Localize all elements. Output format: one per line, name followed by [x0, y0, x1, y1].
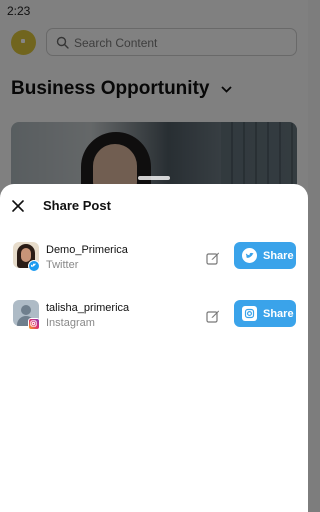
share-account-row: talisha_primerica Instagram Share	[0, 300, 308, 344]
share-button-twitter[interactable]: Share	[234, 242, 296, 269]
edit-icon[interactable]	[206, 309, 220, 323]
account-network: Instagram	[46, 317, 95, 329]
share-button-instagram[interactable]: Share	[234, 300, 296, 327]
account-name: Demo_Primerica	[46, 244, 128, 256]
edit-icon[interactable]	[206, 251, 220, 265]
sheet-drag-handle[interactable]	[138, 176, 170, 180]
share-label: Share	[263, 307, 294, 320]
share-label: Share	[263, 249, 294, 262]
share-account-row: Demo_Primerica Twitter Share	[0, 242, 308, 286]
instagram-icon	[28, 318, 40, 330]
account-network: Twitter	[46, 259, 79, 271]
close-icon[interactable]	[10, 198, 26, 214]
twitter-icon	[28, 260, 40, 272]
sheet-header: Share Post	[0, 184, 308, 228]
sheet-title: Share Post	[43, 198, 111, 213]
instagram-icon	[242, 306, 257, 321]
share-sheet: Share Post Demo_Primerica Twitter Share	[0, 184, 308, 512]
twitter-icon	[242, 248, 257, 263]
account-name: talisha_primerica	[46, 302, 130, 314]
